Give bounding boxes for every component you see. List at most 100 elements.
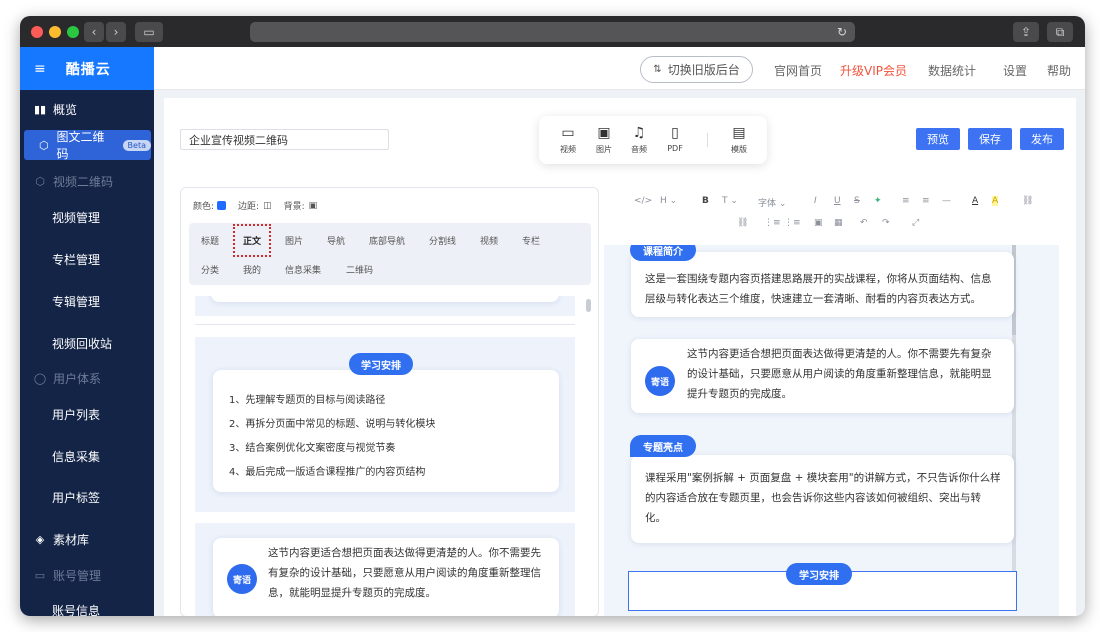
magic-icon[interactable]: ✦: [874, 196, 882, 206]
sidebar-item-video-recycle[interactable]: 视频回收站: [20, 328, 154, 358]
tab-bottom-nav[interactable]: 底部导航: [369, 234, 405, 247]
tab-nav[interactable]: 导航: [327, 234, 345, 247]
sidebar-item-album-manage[interactable]: 专辑管理: [20, 286, 154, 316]
align-left-icon[interactable]: ≡: [902, 196, 910, 206]
strikethrough-icon[interactable]: S: [854, 196, 860, 206]
tab-info-collect[interactable]: 信息采集: [285, 263, 321, 276]
highlight-title-pill: 专题亮点: [630, 435, 696, 457]
sidebar-item-label: 图文二维码: [56, 130, 105, 161]
chevron-right-icon[interactable]: ›: [106, 22, 126, 42]
highlight-card: 课程采用"案例拆解 + 页面复盘 + 模块套用"的讲解方式，不只告诉你什么样 的…: [631, 455, 1014, 543]
sidebar-item-label: 视频二维码: [53, 174, 114, 189]
sidebar: ≡ 酷播云 ▮▮ 概览 ⬡ 图文二维码 Beta ⬡ 视频二维码 视频管理 专栏…: [20, 47, 154, 616]
sidebar-item-video-manage[interactable]: 视频管理: [20, 202, 154, 232]
sidebar-group-account[interactable]: ▭ 账号管理: [20, 560, 154, 590]
link-icon[interactable]: ⛓: [1022, 196, 1033, 206]
sidebar-item-column-manage[interactable]: 专栏管理: [20, 244, 154, 274]
nav-link-homepage[interactable]: 官网首页: [774, 62, 822, 79]
page-title-input[interactable]: [180, 129, 389, 150]
tab-video[interactable]: 视频: [480, 234, 498, 247]
nav-link-settings[interactable]: 设置: [1003, 62, 1027, 79]
font-color-icon[interactable]: A: [972, 196, 978, 206]
sidebar-item-overview[interactable]: ▮▮ 概览: [20, 94, 154, 124]
font-size-select[interactable]: T ⌄: [722, 196, 738, 206]
note-line: 有复杂的设计基础，只要愿意从用户阅读的角度重新整理信: [268, 566, 541, 579]
tab-image[interactable]: 图片: [285, 234, 303, 247]
minimize-window-button[interactable]: [49, 26, 61, 38]
tab-mine[interactable]: 我的: [243, 263, 261, 276]
image-icon[interactable]: ▣: [814, 218, 823, 228]
browser-window: ‹ › ▭ ↻ ⇪ ⧉ ≡ 酷播云 ▮▮ 概览 ⬡ 图文二维码 Beta ⬡ 视…: [20, 16, 1085, 616]
file-icon: ▯: [671, 125, 679, 141]
chevron-left-icon[interactable]: ‹: [84, 22, 104, 42]
tab-title[interactable]: 标题: [201, 234, 219, 247]
bold-icon[interactable]: B: [702, 196, 709, 206]
list-item: 2、再拆分页面中常见的标题、说明与转化模块: [229, 419, 436, 430]
insert-pdf-button[interactable]: ▯ PDF: [660, 125, 690, 153]
table-icon[interactable]: ▦: [834, 218, 843, 228]
image-icon[interactable]: ▣: [309, 201, 318, 211]
sidebar-item-graphic-qrcode[interactable]: ⬡ 图文二维码 Beta: [24, 130, 151, 161]
reload-icon[interactable]: ↻: [837, 25, 847, 39]
mobile-preview[interactable]: 这是一套围绕专题内容页搭建思路展开的实战课程，你将从页面结构、信息 层级与转化表…: [604, 245, 1059, 616]
menu-icon[interactable]: ≡: [34, 61, 46, 77]
italic-icon[interactable]: I: [814, 196, 817, 206]
sidebar-item-material-library[interactable]: ◈ 素材库: [20, 524, 154, 554]
align-center-icon[interactable]: ≡: [922, 196, 930, 206]
zoom-window-button[interactable]: [67, 26, 79, 38]
component-list[interactable]: 1、先理解专题页的目标与阅读路径 2、再拆分页面中常见的标题、说明与转化模块 3…: [195, 296, 577, 616]
unlink-icon[interactable]: ⛓: [737, 218, 748, 228]
tab-category[interactable]: 分类: [201, 263, 219, 276]
nav-link-upgrade-vip[interactable]: 升级VIP会员: [840, 62, 907, 79]
address-bar[interactable]: ↻: [250, 22, 855, 42]
insert-video-button[interactable]: ▭ 视频: [553, 125, 583, 155]
color-swatch[interactable]: [217, 201, 227, 210]
schedule-card: 1、先理解专题页的目标与阅读路径 2、再拆分页面中常见的标题、说明与转化模块 3…: [213, 370, 559, 492]
insert-audio-button[interactable]: ♫ 音频: [624, 125, 654, 155]
redo-icon[interactable]: ↷: [882, 218, 890, 228]
code-icon[interactable]: </>: [634, 196, 652, 206]
undo-icon[interactable]: ↶: [860, 218, 868, 228]
fullscreen-icon[interactable]: ⤢: [912, 218, 919, 228]
font-family-select[interactable]: 字体 ⌄: [758, 196, 786, 209]
nav-link-help[interactable]: 帮助: [1047, 62, 1071, 79]
sidebar-group-user-system[interactable]: ◯ 用户体系: [20, 363, 154, 393]
underline-icon[interactable]: U: [834, 196, 841, 206]
share-icon[interactable]: ⇪: [1013, 22, 1039, 42]
border-icon[interactable]: ◫: [263, 201, 272, 211]
scrollbar-thumb[interactable]: [586, 299, 591, 312]
tab-qrcode[interactable]: 二维码: [346, 263, 373, 276]
template-button[interactable]: ▤ 模版: [724, 125, 754, 155]
sidebar-item-user-tags[interactable]: 用户标签: [20, 482, 154, 512]
heading-select[interactable]: H ⌄: [660, 196, 677, 206]
tab-divider[interactable]: 分割线: [429, 234, 456, 247]
close-window-button[interactable]: [31, 26, 43, 38]
tabs-icon[interactable]: ⧉: [1047, 22, 1073, 42]
sidebar-group-video-qrcode[interactable]: ⬡ 视频二维码: [20, 166, 154, 196]
background-label: 背景:: [283, 202, 305, 212]
sidebar-toggle-icon[interactable]: ▭: [135, 22, 163, 42]
component-block[interactable]: [195, 296, 575, 316]
sidebar-item-user-list[interactable]: 用户列表: [20, 399, 154, 429]
horizontal-rule-icon[interactable]: —: [942, 196, 951, 206]
tab-body-text[interactable]: 正文: [232, 224, 272, 257]
toolbar-divider: [707, 133, 708, 147]
note-block[interactable]: 寄语 这节内容更适合想把页面表达做得更清楚的人。你不需要先 有复杂的设计基础，只…: [195, 523, 575, 616]
tab-column[interactable]: 专栏: [522, 234, 540, 247]
sidebar-item-account-info[interactable]: 账号信息: [20, 595, 154, 617]
schedule-block[interactable]: 1、先理解专题页的目标与阅读路径 2、再拆分页面中常见的标题、说明与转化模块 3…: [195, 337, 575, 512]
component-card: [211, 296, 559, 302]
sidebar-item-label: 视频回收站: [52, 336, 113, 351]
preview-button[interactable]: 预览: [916, 128, 960, 150]
sidebar-item-label: 素材库: [53, 532, 90, 547]
switch-old-version-button[interactable]: ⇅ 切换旧版后台: [640, 56, 753, 83]
nav-link-statistics[interactable]: 数据统计: [928, 62, 976, 79]
publish-button[interactable]: 发布: [1020, 128, 1064, 150]
insert-image-button[interactable]: ▣ 图片: [589, 125, 619, 155]
sidebar-item-info-collect[interactable]: 信息采集: [20, 441, 154, 471]
ordered-list-icon[interactable]: ⋮≡: [764, 218, 781, 228]
highlight-icon[interactable]: A: [992, 196, 999, 206]
block-divider: [195, 324, 575, 325]
bullet-list-icon[interactable]: ⋮≡: [784, 218, 801, 228]
save-button[interactable]: 保存: [968, 128, 1012, 150]
